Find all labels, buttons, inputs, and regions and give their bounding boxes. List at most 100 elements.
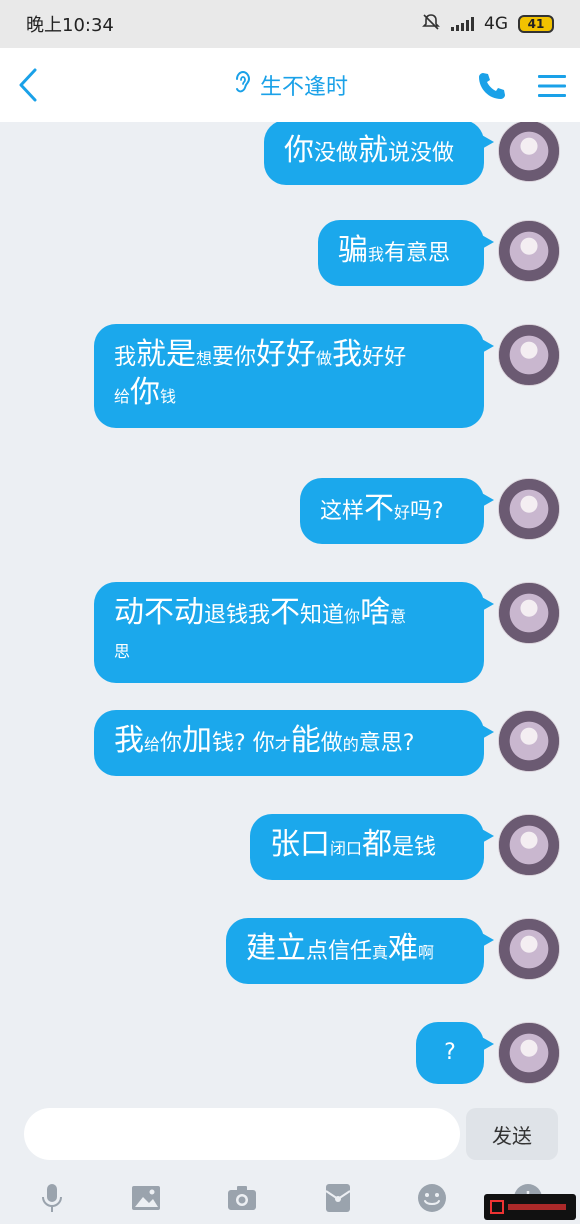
message-text: 做 bbox=[316, 349, 333, 368]
message-bubble[interactable]: 动不动退钱我不知道你啥意思 bbox=[94, 582, 494, 683]
menu-button[interactable] bbox=[530, 64, 574, 108]
battery-level: 41 bbox=[527, 17, 545, 31]
avatar[interactable] bbox=[498, 582, 560, 644]
message-row: 这样不好吗? bbox=[300, 478, 560, 544]
message-text: 动不动 bbox=[114, 595, 204, 630]
message-text: 不 bbox=[364, 491, 395, 526]
message-text: 能 bbox=[290, 723, 321, 758]
chat-title: 生不逢时 bbox=[259, 75, 348, 100]
message-text: 的 bbox=[342, 735, 359, 754]
message-text: 说没做 bbox=[388, 141, 455, 166]
back-button[interactable] bbox=[8, 62, 48, 108]
message-text: 闭口 bbox=[330, 839, 363, 858]
message-text: 好 bbox=[394, 503, 411, 522]
message-text: 钱? 你 bbox=[212, 731, 275, 756]
message-text: 张口 bbox=[270, 827, 330, 862]
hamburger-icon bbox=[538, 75, 566, 97]
avatar[interactable] bbox=[498, 710, 560, 772]
message-text: 这样 bbox=[320, 499, 365, 524]
avatar[interactable] bbox=[498, 918, 560, 980]
network-type: 4G bbox=[484, 14, 508, 34]
avatar[interactable] bbox=[498, 220, 560, 282]
message-bubble[interactable]: 我给你加钱? 你才能做的意思? bbox=[94, 710, 494, 776]
signal-icon bbox=[451, 17, 474, 31]
mic-icon[interactable] bbox=[32, 1178, 72, 1218]
avatar[interactable] bbox=[498, 122, 560, 182]
message-text: 要你 bbox=[212, 345, 257, 370]
message-text: 知道 bbox=[300, 603, 345, 628]
message-row: ? bbox=[416, 1022, 560, 1084]
message-text: 难 bbox=[388, 931, 419, 966]
message-text: 好好 bbox=[362, 345, 407, 370]
ear-icon bbox=[232, 69, 252, 101]
chat-header: 生不逢时 bbox=[0, 48, 580, 122]
message-text: ? bbox=[444, 1040, 456, 1065]
message-text: 我 bbox=[114, 345, 137, 370]
message-text: 就 bbox=[358, 133, 389, 168]
battery-icon: 41 bbox=[518, 15, 554, 33]
message-input[interactable] bbox=[24, 1108, 460, 1160]
status-bar: 晚上10:34 4G 41 bbox=[0, 0, 580, 48]
message-text: 有意思 bbox=[384, 241, 451, 266]
message-bubble[interactable]: 建立点信任真难啊 bbox=[226, 918, 494, 984]
camera-icon[interactable] bbox=[222, 1178, 262, 1218]
avatar[interactable] bbox=[498, 478, 560, 540]
message-bubble[interactable]: 这样不好吗? bbox=[300, 478, 494, 544]
message-text: 你 bbox=[160, 731, 183, 756]
mute-bell-icon bbox=[421, 12, 441, 37]
call-button[interactable] bbox=[470, 64, 514, 108]
message-text: 你 bbox=[130, 375, 161, 410]
message-text: 想 bbox=[196, 349, 213, 368]
avatar[interactable] bbox=[498, 324, 560, 386]
message-text: 我 bbox=[368, 245, 385, 264]
message-text: 才 bbox=[274, 735, 291, 754]
message-row: 你没做就说没做 bbox=[264, 122, 560, 185]
watermark-logo bbox=[484, 1194, 576, 1220]
message-bubble[interactable]: ? bbox=[416, 1022, 494, 1084]
message-text: 我 bbox=[114, 723, 144, 758]
message-text: 骗 bbox=[338, 233, 368, 268]
image-icon[interactable] bbox=[126, 1178, 166, 1218]
phone-icon bbox=[479, 73, 505, 99]
message-row: 骗我有意思 bbox=[318, 220, 560, 286]
message-text: 啊 bbox=[418, 943, 435, 962]
avatar[interactable] bbox=[498, 814, 560, 876]
message-text: 做 bbox=[320, 731, 343, 756]
message-text: 给 bbox=[114, 387, 131, 406]
message-text: 都 bbox=[362, 827, 393, 862]
chevron-left-icon bbox=[19, 68, 37, 102]
message-text: 你 bbox=[344, 607, 361, 626]
message-text: 好好 bbox=[256, 337, 317, 372]
message-text: 点信任 bbox=[306, 939, 373, 964]
message-text: 钱 bbox=[160, 387, 177, 406]
message-text: 啥 bbox=[360, 595, 391, 630]
send-button[interactable]: 发送 bbox=[466, 1108, 558, 1160]
message-bubble[interactable]: 我就是想要你好好做我好好 给你钱 bbox=[94, 324, 494, 428]
message-bubble[interactable]: 张口闭口都是钱 bbox=[250, 814, 494, 880]
message-text: 我 bbox=[332, 337, 363, 372]
message-text: 真 bbox=[372, 943, 389, 962]
message-text: 我 bbox=[248, 603, 271, 628]
message-text: 你 bbox=[284, 133, 314, 168]
message-text: 退钱 bbox=[204, 603, 249, 628]
chat-title-area[interactable]: 生不逢时 bbox=[232, 69, 348, 101]
message-text: 没做 bbox=[314, 141, 359, 166]
message-text: 给 bbox=[144, 735, 161, 754]
message-row: 张口闭口都是钱 bbox=[250, 814, 560, 880]
message-text: 建立 bbox=[246, 931, 306, 966]
status-time: 晚上10:34 bbox=[26, 15, 114, 36]
message-text: 思 bbox=[114, 642, 131, 661]
message-text: 加 bbox=[182, 723, 213, 758]
avatar[interactable] bbox=[498, 1022, 560, 1084]
emoji-icon[interactable] bbox=[412, 1178, 452, 1218]
message-bubble[interactable]: 你没做就说没做 bbox=[264, 122, 494, 185]
message-text: 意 bbox=[390, 607, 407, 626]
message-list[interactable]: 你没做就说没做 骗我有意思 我就是想要你好好做我好好 给你钱 这样不好吗? 动不动… bbox=[0, 122, 580, 1092]
message-row: 我给你加钱? 你才能做的意思? bbox=[94, 710, 560, 776]
red-packet-icon[interactable] bbox=[318, 1178, 358, 1218]
message-text: 不 bbox=[270, 595, 301, 630]
message-text: 意思? bbox=[358, 731, 415, 756]
message-row: 建立点信任真难啊 bbox=[226, 918, 560, 984]
message-bubble[interactable]: 骗我有意思 bbox=[318, 220, 494, 286]
message-text: 吗? bbox=[410, 499, 444, 524]
